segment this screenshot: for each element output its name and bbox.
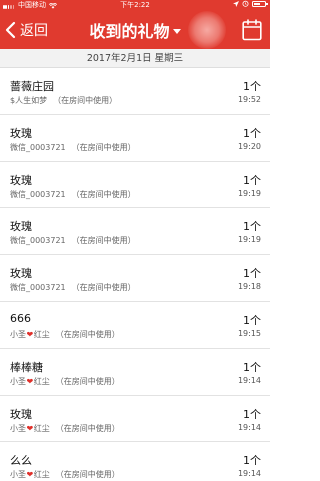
- usage-note: （在房间中使用）: [55, 376, 120, 386]
- sender-name-prefix: 小圣: [10, 423, 26, 433]
- gift-sender: 小圣 ❤ 红尘 （在房间中使用）: [10, 329, 120, 340]
- gift-sender: 微信_0003721 （在房间中使用）: [10, 189, 136, 200]
- gift-count: 1个: [243, 173, 261, 187]
- usage-note: （在房间中使用）: [71, 283, 136, 293]
- sender-name-prefix: 微信_0003721: [10, 236, 66, 246]
- gift-sender: 微信_0003721 （在房间中使用）: [10, 142, 136, 153]
- gift-count: 1个: [243, 220, 261, 234]
- gift-time: 19:14: [237, 422, 261, 432]
- gift-sender: 小圣 ❤ 红尘 （在房间中使用）: [10, 469, 120, 480]
- status-bar: 中国移动 下午2:22: [0, 0, 270, 11]
- usage-note: （在房间中使用）: [71, 189, 136, 199]
- gift-time: 19:20: [237, 141, 261, 151]
- gift-sender: 小圣 ❤ 红尘 （在房间中使用）: [10, 376, 120, 387]
- gift-name: 棒棒糖: [10, 360, 43, 374]
- gift-row[interactable]: 玫瑰 微信_0003721 （在房间中使用） 1个 19:20: [0, 115, 270, 162]
- sender-name-prefix: $人生如梦: [10, 96, 48, 105]
- gift-name: 玫瑰: [10, 267, 32, 281]
- gift-count: 1个: [243, 454, 261, 468]
- gift-row[interactable]: 玫瑰 微信_0003721 （在房间中使用） 1个 19:19: [0, 208, 270, 256]
- sender-name-prefix: 小圣: [10, 470, 26, 480]
- nav-bar: 返回 收到的礼物: [0, 11, 270, 49]
- usage-note: （在房间中使用）: [55, 470, 120, 480]
- heart-icon: ❤: [26, 470, 34, 480]
- gift-time: 19:18: [237, 282, 261, 292]
- status-right: [233, 0, 268, 7]
- sender-name-prefix: 微信_0003721: [10, 142, 66, 152]
- sender-name-suffix: 红尘: [33, 423, 50, 433]
- gift-row[interactable]: 666 小圣 ❤ 红尘 （在房间中使用） 1个 19:15: [0, 302, 270, 349]
- gift-time: 19:14: [237, 469, 261, 479]
- gift-list: 蔷薇庄园 $人生如梦 （在房间中使用） 1个 19:52 玫瑰 微信_00037…: [0, 68, 270, 481]
- gift-count: 1个: [243, 313, 261, 327]
- page-title: 收到的礼物: [89, 22, 170, 41]
- usage-note: （在房间中使用）: [55, 329, 120, 339]
- status-time: 下午2:22: [120, 1, 150, 9]
- location-arrow-icon: [233, 0, 239, 7]
- gift-row[interactable]: 玫瑰 小圣 ❤ 红尘 （在房间中使用） 1个 19:14: [0, 396, 270, 443]
- gift-name: 玫瑰: [10, 173, 32, 187]
- gift-time: 19:52: [237, 95, 261, 104]
- nav-title-bar: 收到的礼物: [0, 11, 270, 49]
- heart-icon: ❤: [26, 376, 34, 386]
- gift-name: 玫瑰: [10, 126, 32, 140]
- sender-name-suffix: 红尘: [33, 329, 50, 339]
- sender-name-prefix: 微信_0003721: [10, 283, 66, 293]
- battery-icon: [252, 0, 268, 7]
- gift-time: 19:14: [237, 375, 261, 385]
- date-header: 2017年2月1日 星期三: [0, 49, 270, 68]
- gift-count: 1个: [243, 126, 261, 140]
- heart-icon: ❤: [26, 423, 34, 433]
- gift-sender: $人生如梦 （在房间中使用）: [10, 95, 117, 106]
- gift-time: 19:19: [237, 188, 261, 198]
- gift-name: 666: [10, 311, 31, 325]
- sender-name-prefix: 微信_0003721: [10, 189, 66, 199]
- sender-name-suffix: 红尘: [33, 470, 50, 480]
- caret-down-icon: [172, 28, 181, 34]
- gift-sender: 微信_0003721 （在房间中使用）: [10, 282, 136, 293]
- gift-name: 玫瑰: [10, 220, 32, 234]
- calendar-icon[interactable]: [242, 19, 262, 41]
- sender-name-suffix: 红尘: [33, 376, 50, 386]
- gift-time: 19:19: [237, 235, 261, 245]
- usage-note: （在房间中使用）: [71, 236, 136, 246]
- usage-note: （在房间中使用）: [53, 96, 118, 105]
- gift-row[interactable]: 玫瑰 微信_0003721 （在房间中使用） 1个 19:18: [0, 255, 270, 302]
- gift-count: 1个: [243, 407, 261, 421]
- alarm-clock-icon: [242, 0, 249, 7]
- usage-note: （在房间中使用）: [55, 423, 120, 433]
- gift-row[interactable]: 么么 小圣 ❤ 红尘 （在房间中使用） 1个 19:14: [0, 442, 270, 481]
- gift-row[interactable]: 蔷薇庄园 $人生如梦 （在房间中使用） 1个 19:52: [0, 68, 270, 115]
- gift-count: 1个: [243, 360, 261, 374]
- gift-row[interactable]: 棒棒糖 小圣 ❤ 红尘 （在房间中使用） 1个 19:14: [0, 349, 270, 396]
- gift-name: 蔷薇庄园: [10, 80, 54, 93]
- title-dropdown[interactable]: 收到的礼物: [89, 18, 181, 42]
- heart-icon: ❤: [26, 329, 34, 339]
- avatar: [188, 11, 226, 49]
- usage-note: （在房间中使用）: [71, 142, 136, 152]
- sender-name-prefix: 小圣: [10, 376, 26, 386]
- gift-time: 19:15: [237, 328, 261, 338]
- gift-name: 玫瑰: [10, 407, 32, 421]
- gift-sender: 微信_0003721 （在房间中使用）: [10, 235, 136, 246]
- sender-name-prefix: 小圣: [10, 329, 26, 339]
- gift-sender: 小圣 ❤ 红尘 （在房间中使用）: [10, 423, 120, 434]
- gift-count: 1个: [243, 80, 261, 93]
- gift-row[interactable]: 玫瑰 微信_0003721 （在房间中使用） 1个 19:19: [0, 162, 270, 209]
- gift-name: 么么: [10, 454, 32, 468]
- gift-count: 1个: [243, 267, 261, 281]
